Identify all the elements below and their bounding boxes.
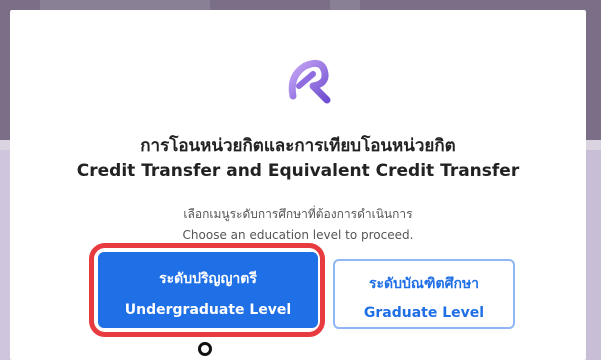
modal-title-thai: การโอนหน่วยกิตและการเทียบโอนหน่วยกิต	[140, 136, 456, 156]
graduate-label-thai: ระดับบัณฑิตศึกษา	[368, 276, 480, 292]
graduate-label-english: Graduate Level	[363, 305, 485, 321]
undergraduate-label-english: Undergraduate Level	[124, 302, 292, 318]
cursor-ring-icon	[198, 342, 212, 356]
modal-subtitle-english: Choose an education level to proceed.	[182, 228, 414, 242]
modal-title-english: Credit Transfer and Equivalent Credit Tr…	[76, 161, 520, 181]
brand-logo-icon	[288, 59, 331, 104]
graduate-level-button[interactable]: ระดับบัณฑิตศึกษา Graduate Level	[333, 259, 515, 329]
undergraduate-level-button[interactable]: ระดับปริญญาตรี Undergraduate Level	[98, 252, 318, 328]
undergraduate-label-thai: ระดับปริญญาตรี	[159, 271, 257, 287]
modal-subtitle-thai: เลือกเมนูระดับการศึกษาที่ต้องการดำเนินกา…	[183, 207, 413, 221]
